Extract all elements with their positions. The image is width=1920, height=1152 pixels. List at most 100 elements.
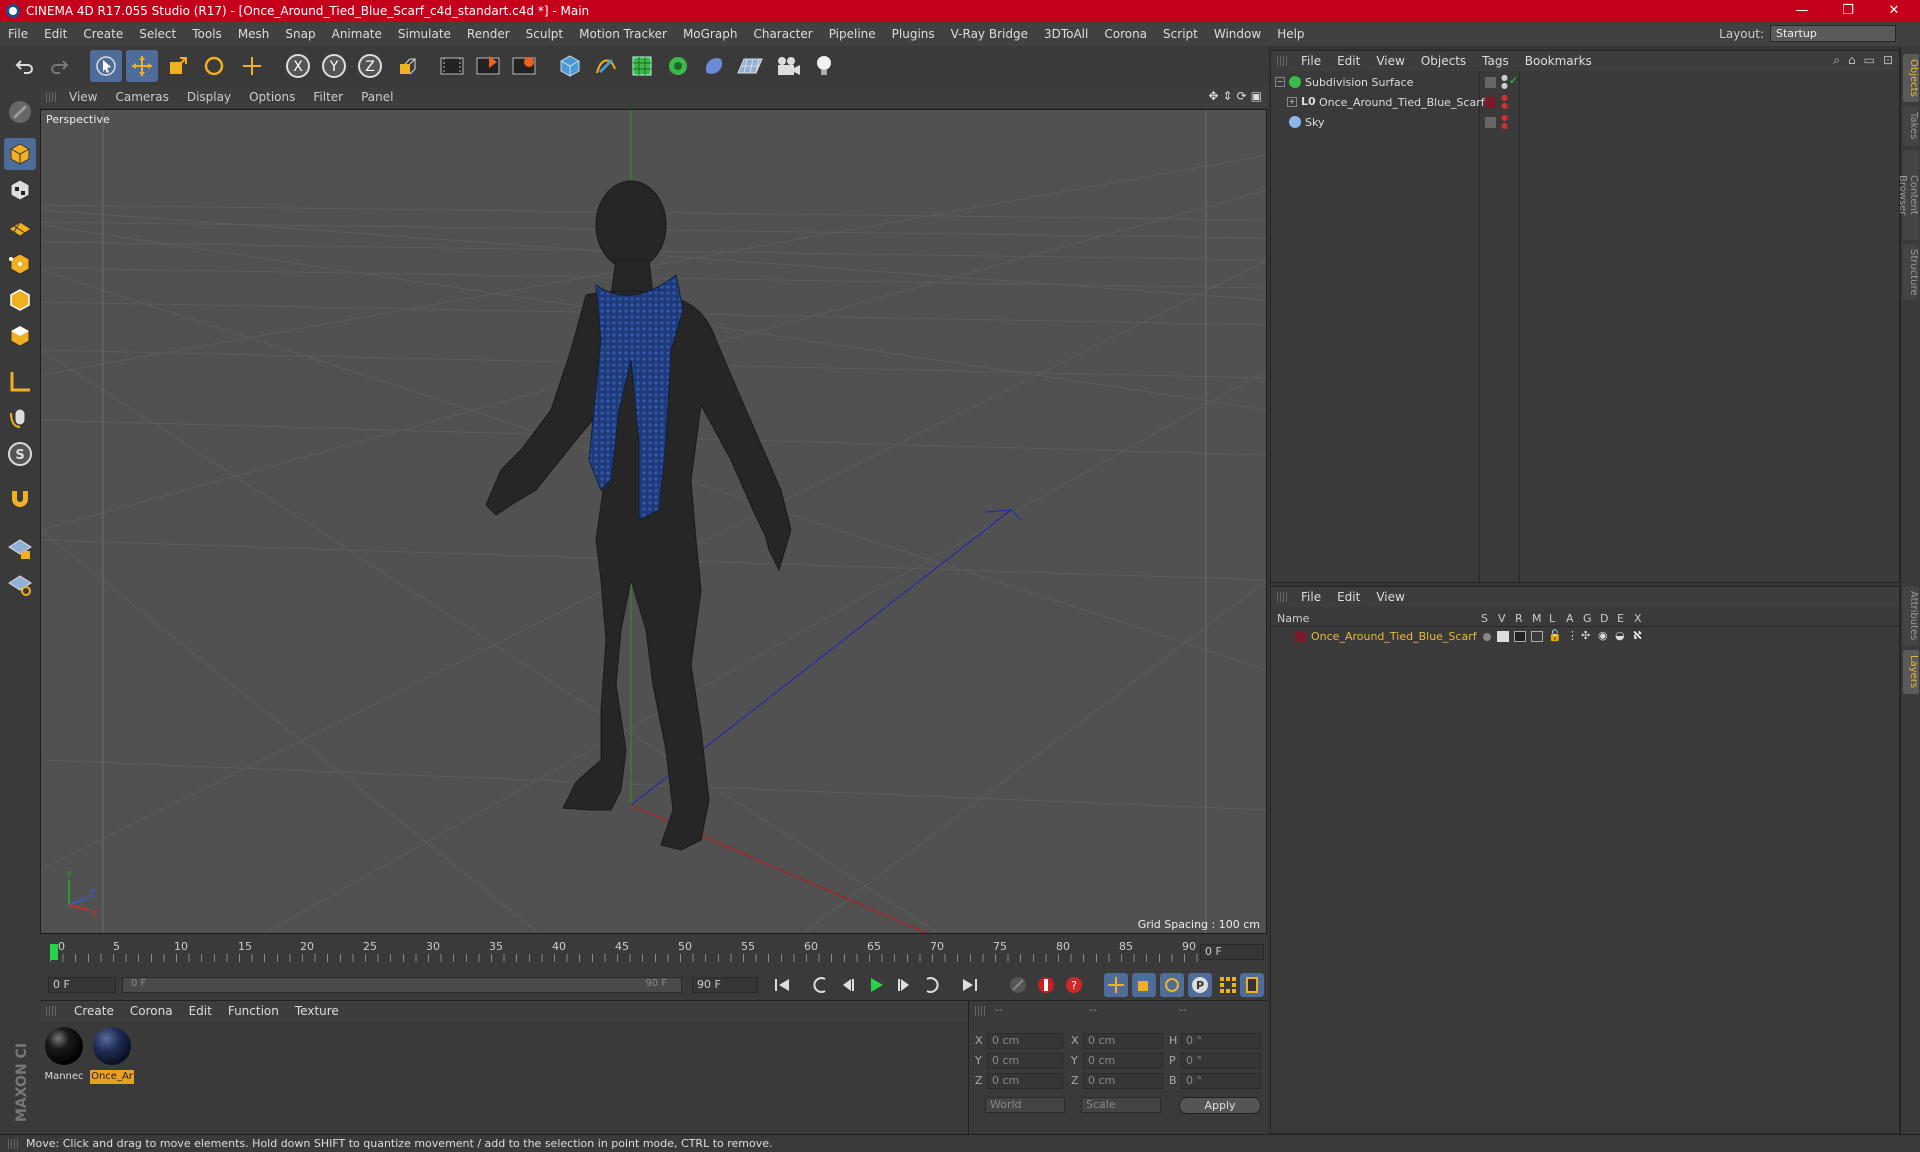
workplane-lock-icon[interactable]	[4, 532, 36, 564]
rotate-view-icon[interactable]: ⟳	[1237, 89, 1247, 103]
pen-spline-icon[interactable]	[590, 50, 622, 82]
autokey-icon[interactable]: ?	[1062, 973, 1086, 997]
rotation-h-field[interactable]: 0 °	[1181, 1033, 1261, 1049]
x-axis-icon[interactable]: X	[282, 50, 314, 82]
tab-structure[interactable]: Structure	[1903, 244, 1919, 300]
material-menu-create[interactable]: Create	[66, 1004, 122, 1018]
viewport-menu-display[interactable]: Display	[178, 90, 240, 104]
next-frame-icon[interactable]	[892, 973, 916, 997]
expand-icon[interactable]: ⊡	[1883, 53, 1893, 68]
maximize-view-icon[interactable]: ▣	[1251, 89, 1262, 103]
manager-toggle-icon[interactable]	[1531, 631, 1543, 642]
expressions-toggle-icon[interactable]: ◒	[1615, 629, 1625, 642]
tab-content-browser[interactable]: Content Browser	[1897, 150, 1919, 240]
key-scale-icon[interactable]	[1132, 973, 1156, 997]
generators-toggle-icon[interactable]: ✣	[1581, 629, 1590, 642]
go-to-start-icon[interactable]	[770, 973, 794, 997]
menu-character[interactable]: Character	[745, 27, 820, 41]
position-x-field[interactable]: 0 cm	[987, 1033, 1063, 1049]
menu-vray-bridge[interactable]: V-Ray Bridge	[943, 27, 1036, 41]
visibility-dots-icon[interactable]: ● ●	[1501, 74, 1508, 90]
layer-row[interactable]: Once_Around_Tied_Blue_Scarf 🔓 ⋮ ✣ ◉ ◒ ℵ	[1271, 628, 1899, 646]
timeline-window-icon[interactable]	[1240, 973, 1264, 997]
maximize-button[interactable]: ❐	[1826, 0, 1870, 22]
texture-mode-icon[interactable]	[4, 174, 36, 206]
tweak-icon[interactable]	[4, 402, 36, 434]
pan-view-icon[interactable]: ✥	[1208, 89, 1218, 103]
tab-attributes[interactable]: Attributes	[1903, 586, 1919, 646]
menu-window[interactable]: Window	[1206, 27, 1269, 41]
position-z-field[interactable]: 0 cm	[987, 1073, 1063, 1089]
previous-frame-icon[interactable]	[836, 973, 860, 997]
search-icon[interactable]: ⌕	[1833, 53, 1840, 68]
make-editable-icon[interactable]	[4, 96, 36, 128]
apply-button[interactable]: Apply	[1179, 1097, 1261, 1114]
playhead-marker[interactable]	[50, 944, 58, 960]
menu-mograph[interactable]: MoGraph	[675, 27, 746, 41]
key-parameter-icon[interactable]: P	[1188, 973, 1212, 997]
keyframe-mode-icon[interactable]	[1006, 973, 1030, 997]
menu-corona[interactable]: Corona	[1096, 27, 1155, 41]
render-toggle-icon[interactable]	[1514, 631, 1526, 642]
object-menu-tags[interactable]: Tags	[1474, 54, 1517, 68]
3d-viewport[interactable]: Y Z X Perspective Grid Spacing : 100 cm	[40, 109, 1267, 934]
position-y-field[interactable]: 0 cm	[987, 1053, 1063, 1069]
size-x-field[interactable]: 0 cm	[1083, 1033, 1163, 1049]
material-menu-texture[interactable]: Texture	[287, 1004, 347, 1018]
menu-animate[interactable]: Animate	[324, 27, 390, 41]
coordinate-space-dropdown[interactable]: World	[985, 1097, 1065, 1113]
object-row[interactable]: − Subdivision Surface ● ● ✓	[1271, 73, 1899, 93]
subdivision-icon[interactable]	[626, 50, 658, 82]
panel-grip-icon[interactable]	[1277, 56, 1287, 66]
next-key-icon[interactable]	[920, 973, 944, 997]
menu-help[interactable]: Help	[1269, 27, 1312, 41]
key-position-icon[interactable]	[1104, 973, 1128, 997]
menu-select[interactable]: Select	[131, 27, 184, 41]
tab-objects[interactable]: Objects	[1903, 54, 1919, 102]
menu-motion-tracker[interactable]: Motion Tracker	[571, 27, 675, 41]
layout-dropdown[interactable]: Startup	[1770, 25, 1896, 42]
object-menu-file[interactable]: File	[1293, 54, 1329, 68]
points-mode-icon[interactable]	[4, 248, 36, 280]
panel-grip-icon[interactable]	[46, 1006, 56, 1016]
rotation-p-field[interactable]: 0 °	[1181, 1053, 1261, 1069]
timeline-ruler[interactable]: 0 5 10 15 20 25 30 35 40 45 50 55 60 65 …	[40, 934, 1268, 970]
menu-pipeline[interactable]: Pipeline	[821, 27, 884, 41]
redo-icon[interactable]	[44, 50, 76, 82]
collapse-toggle-icon[interactable]: −	[1275, 77, 1285, 87]
rotation-b-field[interactable]: 0 °	[1181, 1073, 1261, 1089]
start-frame-field[interactable]: 0 F	[48, 977, 116, 993]
material-menu-corona[interactable]: Corona	[122, 1004, 181, 1018]
current-frame-field[interactable]: 0 F	[1200, 944, 1264, 960]
key-rotation-icon[interactable]	[1160, 973, 1184, 997]
menu-script[interactable]: Script	[1155, 27, 1206, 41]
viewport-menu-cameras[interactable]: Cameras	[106, 90, 177, 104]
light-icon[interactable]	[808, 50, 840, 82]
camera-icon[interactable]	[772, 50, 804, 82]
layer-swatch-icon[interactable]	[1485, 117, 1496, 128]
size-z-field[interactable]: 0 cm	[1083, 1073, 1163, 1089]
coordinate-system-icon[interactable]	[392, 50, 424, 82]
layer-swatch-icon[interactable]	[1485, 97, 1496, 108]
render-settings-icon[interactable]	[508, 50, 540, 82]
floor-icon[interactable]	[734, 50, 766, 82]
material-swatch[interactable]: Once_Ar	[90, 1025, 134, 1084]
go-to-end-icon[interactable]	[958, 973, 982, 997]
render-view-icon[interactable]	[436, 50, 468, 82]
expand-toggle-icon[interactable]: +	[1287, 97, 1297, 107]
object-row[interactable]: + L0 Once_Around_Tied_Blue_Scarf ● ●	[1271, 93, 1899, 113]
menu-sculpt[interactable]: Sculpt	[518, 27, 571, 41]
move-icon[interactable]	[126, 50, 158, 82]
menu-create[interactable]: Create	[75, 27, 131, 41]
object-menu-view[interactable]: View	[1368, 54, 1412, 68]
transform-icon[interactable]	[236, 50, 268, 82]
menu-snap[interactable]: Snap	[277, 27, 323, 41]
workplane-icon[interactable]	[4, 210, 36, 242]
layer-menu-view[interactable]: View	[1368, 590, 1412, 604]
axis-mode-icon[interactable]	[4, 366, 36, 398]
undo-icon[interactable]	[8, 50, 40, 82]
material-swatch[interactable]: Mannec	[42, 1025, 86, 1082]
render-picture-viewer-icon[interactable]	[472, 50, 504, 82]
snap-icon[interactable]	[4, 484, 36, 516]
new-window-icon[interactable]: ▭	[1864, 53, 1875, 68]
